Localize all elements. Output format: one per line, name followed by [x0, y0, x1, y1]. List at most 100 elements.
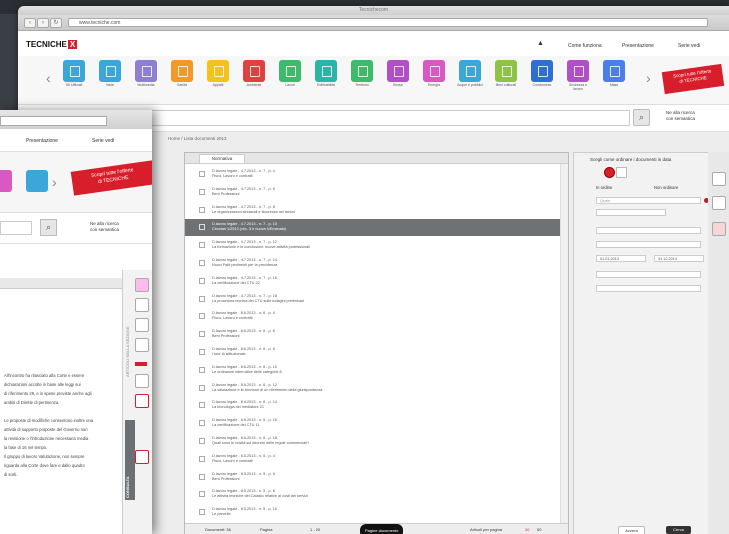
category-tile[interactable]: [351, 60, 373, 82]
front-link-presentation[interactable]: Presentazione: [26, 138, 58, 144]
home-icon[interactable]: ▲: [537, 40, 544, 47]
save-icon[interactable]: [712, 196, 726, 210]
record-toggle-icon[interactable]: [604, 167, 615, 178]
list-item[interactable]: D.lavoro legale - 8.5.2013 - n. 5 - p. 4…: [185, 451, 560, 468]
category-tile[interactable]: [495, 60, 517, 82]
per-page-20[interactable]: 20: [525, 524, 529, 534]
row-checkbox[interactable]: [199, 491, 205, 498]
row-checkbox[interactable]: [199, 509, 205, 516]
category-tile[interactable]: [423, 60, 445, 82]
list-item[interactable]: D.lavoro legale - 4.7.2013 - n. 7 - p. 1…: [185, 219, 560, 237]
list-item[interactable]: D.lavoro legale - 4.7.2013 - n. 7 - p. 1…: [185, 291, 560, 308]
list-item[interactable]: D.lavoro legale - 8.6.2013 - n. 6 - p. 8…: [185, 344, 560, 361]
consulta-tab[interactable]: CONSULTA: [125, 420, 135, 500]
row-checkbox[interactable]: [199, 455, 205, 462]
category-tile[interactable]: [603, 60, 625, 82]
filter-field-2[interactable]: [596, 209, 666, 216]
list-item[interactable]: D.lavoro legale - 8.6.2013 - n. 6 - p. 1…: [185, 415, 560, 432]
list-item[interactable]: D.lavoro legale - 8.6.2013 - n. 6 - p. 4…: [185, 308, 560, 325]
category-tile[interactable]: [567, 60, 589, 82]
list-item[interactable]: D.lavoro legale - 8.6.2013 - n. 6 - p. 1…: [185, 380, 560, 397]
back-button[interactable]: ‹: [24, 18, 36, 28]
option-no-order[interactable]: Non ordinare: [654, 185, 678, 190]
tile-partial-blue[interactable]: [26, 170, 48, 192]
row-checkbox[interactable]: [199, 295, 205, 302]
filter-field-6[interactable]: [596, 285, 701, 292]
per-page-50[interactable]: 50: [537, 524, 541, 534]
scroll-right-arrow[interactable]: ›: [646, 70, 651, 86]
advanced-search-link[interactable]: Ne alla ricerca con semantica: [666, 110, 695, 122]
top-link-how[interactable]: Come funziona: [568, 43, 602, 49]
filter-field-5[interactable]: [596, 271, 701, 278]
layout-icon[interactable]: [135, 394, 149, 408]
forward-button[interactable]: ›: [37, 18, 49, 28]
row-checkbox[interactable]: [199, 206, 205, 213]
category-tile[interactable]: [135, 60, 157, 82]
category-tile[interactable]: [459, 60, 481, 82]
row-checkbox[interactable]: [199, 331, 205, 338]
category-tile[interactable]: [315, 60, 337, 82]
category-tile[interactable]: [63, 60, 85, 82]
highlight-bar[interactable]: [135, 362, 147, 366]
site-logo[interactable]: TECNICHE X: [26, 40, 78, 49]
category-tile[interactable]: [207, 60, 229, 82]
row-checkbox[interactable]: [199, 384, 205, 391]
row-checkbox[interactable]: [199, 366, 205, 373]
row-checkbox[interactable]: [199, 402, 205, 409]
list-item[interactable]: D.lavoro legale - 8.6.2013 - n. 6 - p. 6…: [185, 326, 560, 343]
filter-field-4[interactable]: [596, 241, 701, 248]
list-item[interactable]: D.lavoro legale - 4.7.2013 - n. 7 - p. 4…: [185, 166, 560, 183]
row-checkbox[interactable]: [199, 242, 205, 249]
list-item[interactable]: D.lavoro legale - 8.6.2013 - n. 6 - p. 1…: [185, 397, 560, 414]
list-item[interactable]: D.lavoro legale - 4.7.2013 - n. 7 - p. 6…: [185, 184, 560, 201]
category-tile[interactable]: [387, 60, 409, 82]
promo-banner[interactable]: Scopri tutte l'offerte di TECNICHE: [661, 63, 725, 95]
top-link-series[interactable]: Serie vedi: [678, 43, 700, 49]
share-icon[interactable]: [135, 338, 149, 352]
list-scrollbar[interactable]: [560, 164, 568, 524]
row-checkbox[interactable]: [199, 260, 205, 266]
list-item[interactable]: D.lavoro legale - 4.7.2013 - n. 7 - p. 1…: [185, 273, 560, 290]
note-icon[interactable]: [135, 318, 149, 332]
list-item[interactable]: D.lavoro legale - 8.5.2013 - n. 5 - p. 8…: [185, 486, 560, 503]
filter-field-1[interactable]: Quale: [596, 197, 701, 204]
scroll-right-arrow[interactable]: ›: [52, 174, 57, 190]
option-in-order[interactable]: In ordine: [596, 185, 612, 190]
scroll-left-arrow[interactable]: ‹: [46, 70, 51, 86]
list-item[interactable]: D.lavoro legale - 8.5.2013 - n. 5 - p. 6…: [185, 469, 560, 486]
top-link-presentation[interactable]: Presentazione: [622, 43, 654, 49]
row-checkbox[interactable]: [199, 420, 205, 427]
tile-partial-magenta[interactable]: [0, 170, 12, 192]
list-item[interactable]: D.lavoro legale - 8.6.2013 - n. 6 - p. 1…: [185, 433, 560, 450]
row-checkbox[interactable]: [199, 438, 205, 444]
pages-dropdown[interactable]: Pagine documento: [360, 524, 404, 534]
front-search-input[interactable]: [0, 221, 32, 235]
reset-button[interactable]: Azzera: [618, 526, 645, 534]
row-checkbox[interactable]: [199, 313, 205, 320]
search-icon[interactable]: ⌕: [633, 109, 650, 126]
list-item[interactable]: D.lavoro legale - 4.7.2013 - n. 7 - p. 1…: [185, 237, 560, 254]
pdf-icon[interactable]: [135, 278, 149, 292]
row-checkbox[interactable]: [199, 224, 205, 231]
reload-button[interactable]: ↻: [50, 18, 62, 28]
category-tile[interactable]: [99, 60, 121, 82]
category-tile[interactable]: [279, 60, 301, 82]
search-button[interactable]: Cerca: [666, 526, 691, 534]
list-item[interactable]: D.lavoro legale - 4.7.2013 - n. 7 - p. 8…: [185, 202, 560, 219]
print-icon[interactable]: [712, 172, 726, 186]
blank-toggle[interactable]: [616, 167, 627, 178]
tab-normativa[interactable]: Normativa: [199, 154, 245, 163]
front-address-bar[interactable]: [0, 116, 107, 126]
front-advanced-search[interactable]: Ne alla ricerca con semantica: [90, 221, 119, 233]
filter-field-3[interactable]: [596, 227, 701, 234]
front-promo-banner[interactable]: Scopri tutte l'offerte di TECNICHE: [70, 160, 152, 196]
category-tile[interactable]: [243, 60, 265, 82]
row-checkbox[interactable]: [199, 473, 205, 480]
row-checkbox[interactable]: [199, 188, 205, 195]
add-icon[interactable]: [135, 450, 149, 464]
row-checkbox[interactable]: [199, 277, 205, 284]
address-bar[interactable]: www.tecniche.com: [68, 18, 708, 27]
date-to[interactable]: 31.12.2013: [654, 255, 704, 262]
list-item[interactable]: D.lavoro legale - 8.5.2013 - n. 5 - p. 1…: [185, 504, 560, 521]
category-tile[interactable]: [531, 60, 553, 82]
